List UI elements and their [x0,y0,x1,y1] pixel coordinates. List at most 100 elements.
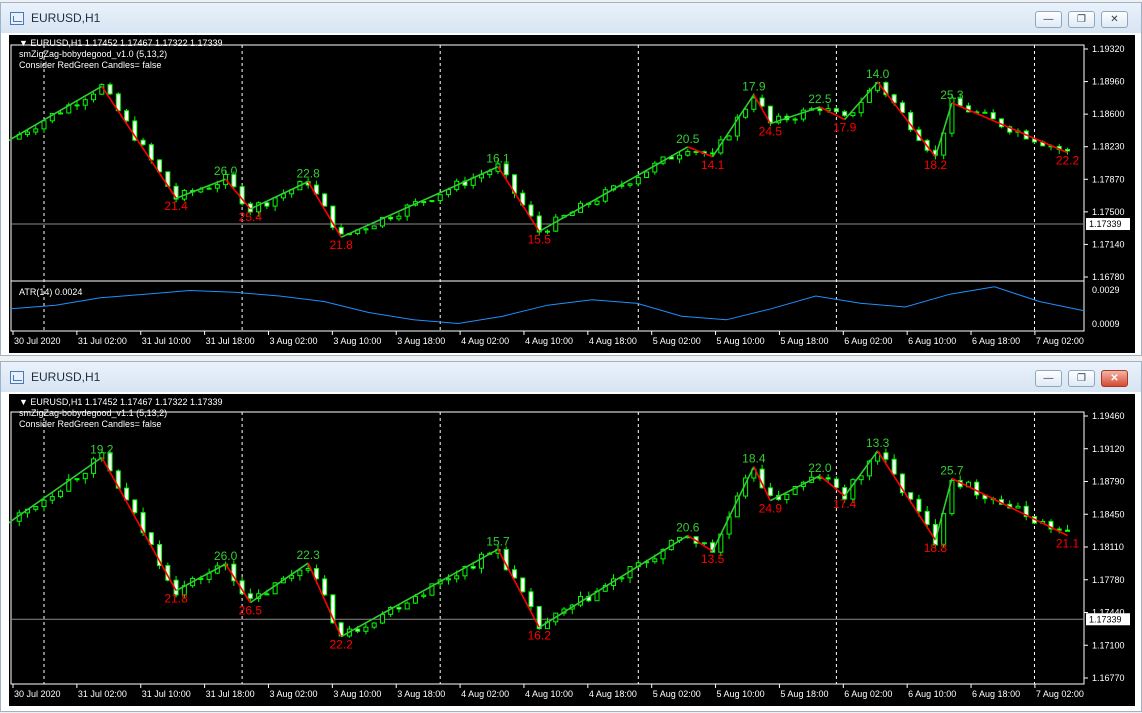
atr-line [10,286,1085,325]
time-axis-label: 6 Aug 10:00 [908,689,956,699]
zigzag-label: 24.5 [759,125,783,139]
candle-body [759,97,765,107]
candle-body [677,154,683,160]
zigzag-up-segment [175,178,226,199]
time-axis-label: 31 Jul 02:00 [78,336,127,346]
time-axis-label: 31 Jul 18:00 [206,689,255,699]
chart-area[interactable]: 1.19320 1.18960 1.18600 1.18230 1.17870 1.175… [9,35,1135,353]
chart-window-bottom[interactable]: EURUSD,H1 — ❐ ✕ 1.19460 1.19120 1.18790 1.1… [0,361,1142,712]
minimize-button[interactable]: — [1035,370,1062,387]
candle-body [412,595,418,604]
zigzag-down-segment [497,166,540,232]
candle-body [833,108,839,113]
zigzag-label: 21.4 [164,199,188,213]
candle-body [982,111,988,114]
candle-body [470,565,476,569]
restore-button[interactable]: ❐ [1068,11,1095,28]
candle-body [371,622,377,628]
candle-body [214,184,220,189]
candle-body [322,578,328,596]
close-button[interactable]: ✕ [1101,370,1128,387]
candle-body [751,97,757,110]
candle-body [1064,148,1070,152]
candle-body [784,493,790,501]
candle-body [91,93,97,101]
restore-button[interactable]: ❐ [1068,370,1095,387]
time-axis-label: 5 Aug 10:00 [717,689,765,699]
zigzag-down-segment [687,534,714,552]
zigzag-up-segment [340,548,499,638]
candle-body [594,200,600,205]
chart-header: ▼ EURUSD,H1 1.17452 1.17467 1.17322 1.17… [19,38,223,71]
candle-body [445,578,451,581]
zigzag-down-segment [497,548,540,628]
candle-body [825,477,831,480]
candle-body [652,558,658,563]
window-titlebar[interactable]: EURUSD,H1 — ❐ ✕ [1,362,1141,392]
close-button[interactable]: ✕ [1101,11,1128,28]
zigzag-label: 18.8 [924,541,948,555]
time-axis-label: 7 Aug 02:00 [1036,689,1084,699]
candle-body [850,112,856,117]
price-chart[interactable]: 1.19460 1.19120 1.18790 1.18450 1.18110 1.177… [9,394,1135,706]
zigzag-down-segment [877,81,937,158]
zigzag-down-segment [101,456,177,592]
atr-axis-label: 0.0029 [1092,285,1120,295]
candle-body [264,202,270,207]
indicator-line: smZigZag-bobydegood_v1.1 (5,13,2) [19,408,168,418]
zigzag-up-segment [249,562,309,604]
candle-body [297,569,303,577]
candle-body [842,111,848,117]
candle-body [635,177,641,185]
candle-body [363,228,369,231]
candle-body [891,458,897,475]
zigzag-label: 21.8 [164,592,188,606]
zigzag-label: 22.8 [296,167,320,181]
indicator-line: smZigZag-bobydegood_v1.0 (5,13,2) [19,49,168,59]
current-price-text: 1.17339 [1089,219,1122,229]
zigzag-label: 22.3 [296,548,320,562]
window-titlebar[interactable]: EURUSD,H1 — ❐ ✕ [1,3,1141,33]
zigzag-label: 15.7 [486,534,510,548]
candle-body [74,104,80,107]
plot-frame [10,44,1085,332]
zigzag-label: 16.1 [486,152,510,166]
time-axis-label: 6 Aug 10:00 [908,336,956,346]
candle-body [404,602,410,610]
zigzag-up-segment [769,475,821,502]
candle-body [132,499,138,514]
zigzag-up-segment [9,456,103,524]
symbol-line: ▼ EURUSD,H1 1.17452 1.17467 1.17322 1.17… [19,397,223,407]
symbol-line: ▼ EURUSD,H1 1.17452 1.17467 1.17322 1.17… [19,38,223,48]
zigzag-label: 19.2 [90,442,114,456]
time-axis-label: 4 Aug 10:00 [525,336,573,346]
zigzag-down-segment [951,102,1068,154]
candle-body [396,607,402,610]
time-axis-label: 31 Jul 18:00 [206,336,255,346]
zigzag-label: 17.9 [742,80,766,94]
candle-body [82,472,88,480]
candle-body [247,593,253,599]
time-axis-label: 31 Jul 10:00 [142,336,191,346]
zigzag-down-segment [819,106,845,121]
price-axis-label: 1.16780 [1092,272,1125,282]
price-chart[interactable]: 1.19320 1.18960 1.18600 1.18230 1.17870 1.175… [9,35,1135,353]
atr-axis-label: 0.0009 [1092,319,1120,329]
minimize-button[interactable]: — [1035,11,1062,28]
time-axis-label: 4 Aug 02:00 [461,689,509,699]
zigzag-label: 24.9 [759,502,783,516]
zigzag-down-segment [101,85,177,199]
time-axis-label: 4 Aug 18:00 [589,336,637,346]
candle-body [371,225,377,230]
chart-window-top[interactable]: EURUSD,H1 — ❐ ✕ 1.19320 1.18960 1.18600 1.1… [0,2,1142,356]
zigzag-label: 13.3 [866,436,890,450]
candle-body [627,183,633,186]
candle-body [49,496,55,501]
zigzag-label: 22.2 [329,638,353,652]
window-title: EURUSD,H1 [31,11,101,25]
candle-body [338,226,344,235]
chart-area[interactable]: 1.19460 1.19120 1.18790 1.18450 1.18110 1.177… [9,394,1135,706]
candle-body [322,193,328,207]
candle-body [1064,529,1070,532]
candle-body [833,478,839,489]
